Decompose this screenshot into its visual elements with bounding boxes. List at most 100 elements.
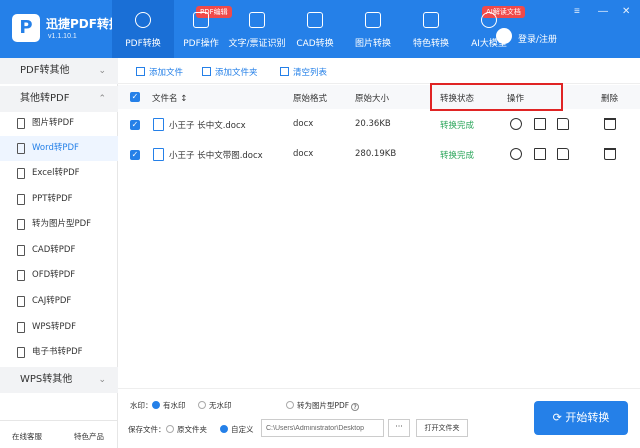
column-format: 原始格式 — [293, 94, 328, 104]
file-size: 280.19KB — [355, 149, 397, 159]
nav-pdf-ops[interactable]: PDF编辑 PDF操作 — [174, 0, 232, 58]
document-icon — [17, 168, 25, 179]
browse-button[interactable]: ··· — [388, 419, 410, 437]
file-format: docx — [293, 149, 314, 159]
nav-image[interactable]: 图片转换 — [344, 0, 402, 58]
radio-checked-icon — [152, 401, 160, 409]
cad-icon — [307, 12, 323, 28]
close-icon[interactable]: ✕ — [622, 6, 630, 17]
word-file-icon — [153, 148, 164, 161]
trash-icon[interactable] — [604, 148, 616, 160]
header-bar: P 迅捷PDF转换器 v1.1.10.1 PDF转换 PDF编辑 PDF操作 文… — [0, 0, 640, 58]
save-path-input[interactable] — [261, 419, 384, 437]
column-size: 原始大小 — [355, 94, 390, 104]
category-other-to-pdf[interactable]: 其他转PDF ⌃ — [0, 86, 118, 112]
file-toolbar: 添加文件 添加文件夹 清空列表 — [118, 58, 640, 84]
document-icon — [17, 270, 25, 281]
pdf-edit-icon — [193, 12, 209, 28]
trash-icon[interactable] — [604, 118, 616, 130]
sidebar-item-ofd-to-pdf[interactable]: OFD转PDF — [0, 263, 118, 288]
nav-special[interactable]: 特色转换 — [402, 0, 460, 58]
chevron-down-icon: ⌄ — [98, 375, 106, 385]
menu-icon[interactable]: ≡ — [574, 6, 580, 17]
category-pdf-to-other[interactable]: PDF转其他 ⌄ — [0, 58, 118, 84]
sidebar-item-caj-to-pdf[interactable]: CAJ转PDF — [0, 289, 118, 314]
radio-icon — [286, 401, 294, 409]
main-nav: PDF转换 PDF编辑 PDF操作 文字/票证识别 CAD转换 图片转换 特色转… — [112, 0, 525, 58]
add-file-button[interactable]: 添加文件 — [136, 66, 183, 78]
sidebar-item-wps-to-pdf[interactable]: WPS转PDF — [0, 315, 118, 340]
category-wps-to-other[interactable]: WPS转其他 ⌄ — [0, 367, 118, 393]
watermark-on-radio[interactable]: 有水印 — [152, 400, 186, 411]
clear-list-button[interactable]: 清空列表 — [280, 66, 327, 78]
special-icon — [423, 12, 439, 28]
folder-icon[interactable] — [557, 118, 569, 130]
start-convert-button[interactable]: ⟳ 开始转换 — [534, 401, 628, 435]
column-delete: 删除 — [601, 94, 619, 104]
open-folder-button[interactable]: 打开文件夹 — [416, 419, 468, 437]
document-icon — [17, 143, 25, 154]
folder-icon[interactable] — [557, 148, 569, 160]
sidebar-item-ppt-to-pdf[interactable]: PPT转PDF — [0, 187, 118, 212]
file-name: 小王子 长中文.docx — [169, 121, 246, 131]
sidebar-footer: 在线客服 特色产品 — [0, 420, 118, 448]
sidebar-item-excel-to-pdf[interactable]: Excel转PDF — [0, 161, 118, 186]
document-icon — [17, 245, 25, 256]
add-folder-button[interactable]: 添加文件夹 — [202, 66, 258, 78]
watermark-off-radio[interactable]: 无水印 — [198, 400, 232, 411]
annotation-box-status-actions — [430, 83, 563, 111]
app-version: v1.1.10.1 — [48, 33, 77, 40]
document-icon — [17, 118, 25, 129]
column-filename[interactable]: 文件名 ↕ — [152, 92, 187, 104]
conversion-status: 转换完成 — [440, 151, 475, 161]
support-link[interactable]: 在线客服 — [12, 431, 42, 442]
help-icon[interactable]: ? — [351, 403, 360, 411]
play-icon[interactable] — [510, 148, 522, 160]
play-icon[interactable] — [510, 118, 522, 130]
document-icon — [17, 194, 25, 205]
document-icon — [17, 322, 25, 333]
sidebar: PDF转其他 ⌄ 其他转PDF ⌃ 图片转PDF Word转PDF Excel转… — [0, 58, 118, 448]
chevron-down-icon: ⌄ — [98, 66, 106, 76]
add-folder-icon — [202, 67, 211, 76]
image-icon — [365, 12, 381, 28]
chevron-up-icon: ⌃ — [98, 94, 106, 104]
nav-ai[interactable]: AI解读文档 AI大模型 — [460, 0, 525, 58]
save-label: 保存文件： — [128, 425, 166, 434]
sidebar-item-image-type-pdf[interactable]: 转为图片型PDF — [0, 212, 118, 237]
save-custom-radio[interactable]: 自定义 — [220, 424, 254, 435]
word-file-icon — [153, 118, 164, 131]
products-link[interactable]: 特色产品 — [74, 431, 104, 442]
radio-icon — [166, 425, 174, 433]
document-icon[interactable] — [534, 118, 546, 130]
image-pdf-radio[interactable]: 转为图片型PDF? — [286, 400, 360, 411]
nav-cad[interactable]: CAD转换 — [286, 0, 344, 58]
save-original-radio[interactable]: 原文件夹 — [166, 424, 207, 435]
table-row: ✓ 小王子 长中文带图.docx docx 280.19KB 转换完成 — [118, 140, 640, 170]
sidebar-item-image-to-pdf[interactable]: 图片转PDF — [0, 111, 118, 136]
file-size: 20.36KB — [355, 119, 391, 129]
table-row: ✓ 小王子 长中文.docx docx 20.36KB 转换完成 — [118, 110, 640, 140]
minimize-icon[interactable]: — — [598, 6, 608, 17]
conversion-status: 转换完成 — [440, 121, 475, 131]
sidebar-item-cad-to-pdf[interactable]: CAD转PDF — [0, 238, 118, 263]
convert-icon — [135, 12, 151, 28]
row-checkbox[interactable]: ✓ — [130, 150, 140, 160]
ai-icon — [481, 12, 497, 28]
sidebar-item-word-to-pdf[interactable]: Word转PDF — [0, 136, 118, 161]
clear-list-icon — [280, 67, 289, 76]
radio-icon — [198, 401, 206, 409]
document-icon — [17, 347, 25, 358]
file-name: 小王子 长中文带图.docx — [169, 151, 263, 161]
app-logo: P — [12, 14, 40, 42]
document-icon[interactable] — [534, 148, 546, 160]
sidebar-item-ebook-to-pdf[interactable]: 电子书转PDF — [0, 340, 118, 365]
nav-pdf-convert[interactable]: PDF转换 — [112, 0, 174, 58]
row-checkbox[interactable]: ✓ — [130, 120, 140, 130]
watermark-label: 水印： — [130, 401, 153, 410]
file-format: docx — [293, 119, 314, 129]
select-all-checkbox[interactable]: ✓ — [130, 92, 140, 102]
add-file-icon — [136, 67, 145, 76]
nav-ocr[interactable]: 文字/票证识别 — [228, 0, 286, 58]
avatar — [496, 28, 512, 44]
